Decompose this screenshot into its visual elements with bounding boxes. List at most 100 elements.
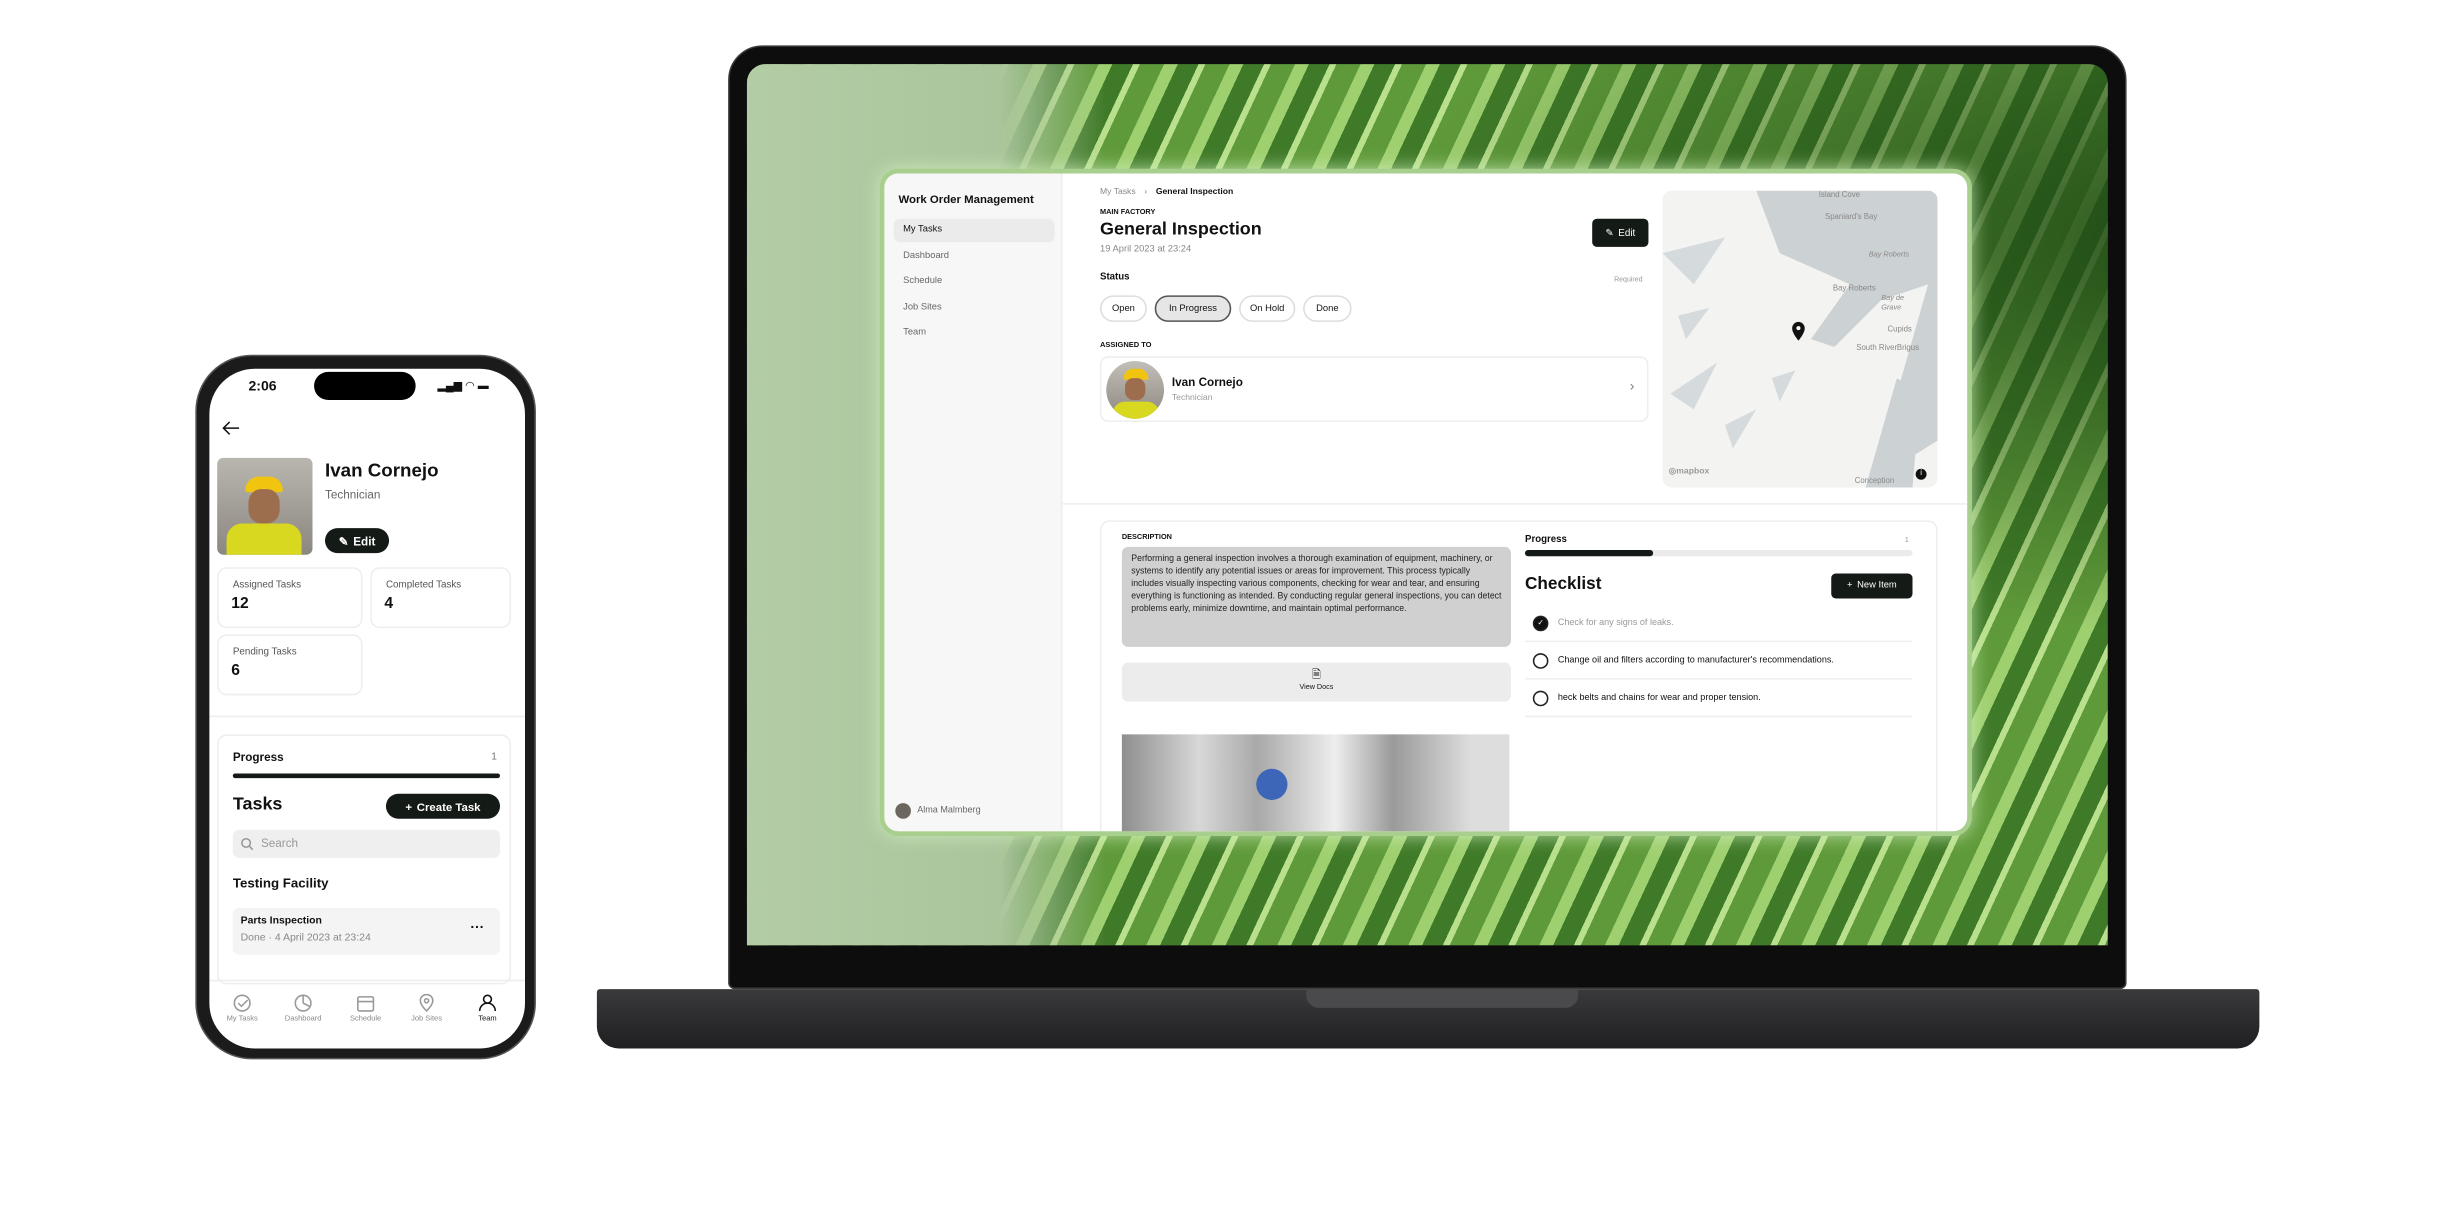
sidebar-item-team[interactable]: Team	[894, 322, 1055, 345]
status-option-open[interactable]: Open	[1100, 295, 1147, 322]
stat-card-assigned: Assigned Tasks 12	[217, 567, 363, 629]
progress-bar	[1525, 550, 1913, 557]
tab-label: My Tasks	[226, 1015, 258, 1024]
progress-label: Progress	[232, 750, 284, 765]
checklist-item-text: heck belts and chains for wear and prope…	[1557, 692, 1761, 703]
sidebar: Work Order Management My Tasks Dashboard…	[884, 173, 1063, 832]
map-label: Bay Roberts	[1868, 250, 1910, 258]
map-label: Conception	[1854, 476, 1895, 486]
phone-device: 2:06 ▂▄▆ ◠ ▬ Ivan Cornejo Technician ✎ Ed…	[195, 354, 536, 1060]
edit-button[interactable]: ✎ Edit	[1592, 218, 1649, 247]
tab-team[interactable]: Team	[456, 994, 519, 1024]
tab-my-tasks[interactable]: My Tasks	[211, 994, 274, 1024]
description-text[interactable]: Performing a general inspection involves…	[1121, 546, 1511, 647]
sidebar-item-dashboard[interactable]: Dashboard	[894, 245, 1055, 268]
stat-label: Assigned Tasks	[232, 579, 302, 591]
task-list-item[interactable]: Parts Inspection Done · 4 April 2023 at …	[232, 907, 500, 955]
tab-label: Team	[478, 1015, 497, 1024]
assignee-role: Technician	[1171, 393, 1213, 404]
stat-value: 4	[384, 595, 394, 613]
assignee-avatar	[1106, 360, 1165, 419]
stat-label: Completed Tasks	[385, 579, 462, 591]
more-options-icon[interactable]: ···	[470, 919, 484, 935]
tasks-title: Tasks	[232, 795, 283, 815]
chevron-right-icon: ›	[1629, 378, 1635, 394]
sidebar-item-job-sites[interactable]: Job Sites	[894, 297, 1055, 320]
user-name[interactable]: Alma Malmberg	[917, 806, 980, 815]
person-icon	[478, 994, 497, 1012]
sidebar-item-schedule[interactable]: Schedule	[894, 270, 1055, 293]
status-label: Status	[1100, 271, 1130, 283]
tab-label: Schedule	[349, 1015, 382, 1024]
checklist-item[interactable]: ✓ Check for any signs of leaks.	[1525, 605, 1913, 643]
map[interactable]: Island Cove Spaniard's Bay Bay Roberts B…	[1662, 190, 1938, 488]
view-docs-label: View Docs	[1299, 682, 1334, 691]
laptop-base	[596, 989, 2260, 1049]
new-item-button[interactable]: + New Item	[1831, 573, 1913, 599]
view-docs-button[interactable]: 🗎 View Docs	[1121, 662, 1511, 702]
edit-label: Edit	[353, 533, 376, 548]
checklist-title: Checklist	[1525, 575, 1602, 594]
location-label: MAIN FACTORY	[1100, 207, 1156, 216]
tab-schedule[interactable]: Schedule	[334, 994, 397, 1024]
breadcrumb-my-tasks[interactable]: My Tasks	[1100, 188, 1136, 197]
edit-profile-button[interactable]: ✎ Edit	[325, 528, 390, 554]
task-group-title: Testing Facility	[232, 875, 329, 891]
app-title: Work Order Management	[898, 192, 1034, 207]
progress-bar	[232, 773, 500, 779]
breadcrumb-separator-icon: ›	[1144, 187, 1148, 197]
equipment-photo	[1121, 734, 1510, 832]
task-title: Parts Inspection	[240, 915, 322, 927]
checklist: ✓ Check for any signs of leaks. Change oi…	[1525, 605, 1913, 718]
tasks-card: Progress 1 Tasks + Create Task Search Tes…	[217, 734, 511, 985]
breadcrumb-current: General Inspection	[1155, 187, 1234, 197]
create-task-label: Create Task	[416, 799, 481, 814]
pencil-icon: ✎	[1605, 227, 1614, 239]
map-pin-icon[interactable]	[1791, 320, 1807, 342]
map-label: South River	[1856, 343, 1898, 354]
task-date: 19 April 2023 at 23:24	[1100, 245, 1192, 255]
progress-fill	[1525, 550, 1653, 557]
map-label: Cupids	[1887, 325, 1912, 335]
user-avatar[interactable]	[895, 803, 911, 819]
checklist-item[interactable]: heck belts and chains for wear and prope…	[1525, 680, 1913, 718]
checklist-item[interactable]: Change oil and filters according to manu…	[1525, 642, 1913, 680]
stat-card-pending: Pending Tasks 6	[217, 634, 363, 696]
check-circle-icon	[233, 994, 251, 1012]
status-option-in-progress[interactable]: In Progress	[1154, 295, 1232, 322]
status-option-done[interactable]: Done	[1303, 295, 1352, 322]
document-icon: 🗎	[1311, 670, 1321, 682]
plus-icon: +	[405, 799, 413, 814]
map-label: Bay de Grave	[1881, 293, 1905, 312]
assigned-user-card[interactable]: Ivan Cornejo Technician ›	[1100, 356, 1649, 422]
search-icon	[241, 837, 254, 850]
info-icon[interactable]: i	[1915, 468, 1927, 480]
new-item-label: New Item	[1857, 581, 1897, 591]
progress-count: 1	[1904, 535, 1909, 544]
unchecked-checkbox-icon[interactable]	[1532, 652, 1549, 668]
profile-name: Ivan Cornejo	[325, 459, 439, 482]
tab-dashboard[interactable]: Dashboard	[272, 994, 335, 1024]
sidebar-item-my-tasks[interactable]: My Tasks	[893, 218, 1055, 243]
plus-icon: +	[1846, 581, 1853, 591]
assignee-name: Ivan Cornejo	[1171, 375, 1243, 390]
tab-label: Dashboard	[284, 1015, 322, 1024]
stat-value: 12	[231, 595, 249, 613]
search-input[interactable]: Search	[232, 829, 500, 858]
status-option-on-hold[interactable]: On Hold	[1239, 295, 1296, 322]
unchecked-checkbox-icon[interactable]	[1532, 689, 1549, 706]
task-meta: Done · 4 April 2023 at 23:24	[240, 932, 371, 944]
create-task-button[interactable]: + Create Task	[385, 793, 500, 819]
map-label: Island Cove	[1818, 190, 1861, 200]
progress-fill	[232, 773, 500, 779]
checked-checkbox-icon[interactable]: ✓	[1532, 614, 1549, 631]
mapbox-logo: ◎mapbox	[1668, 467, 1710, 477]
checklist-item-text: Change oil and filters according to manu…	[1557, 655, 1834, 665]
back-arrow-icon[interactable]	[222, 420, 241, 436]
section-divider	[1062, 503, 1968, 505]
tabbar-divider	[209, 979, 525, 982]
tab-job-sites[interactable]: Job Sites	[395, 993, 458, 1023]
map-label: Bay Roberts	[1832, 284, 1876, 294]
laptop-notch	[1306, 989, 1579, 1008]
pie-chart-icon	[294, 994, 312, 1012]
